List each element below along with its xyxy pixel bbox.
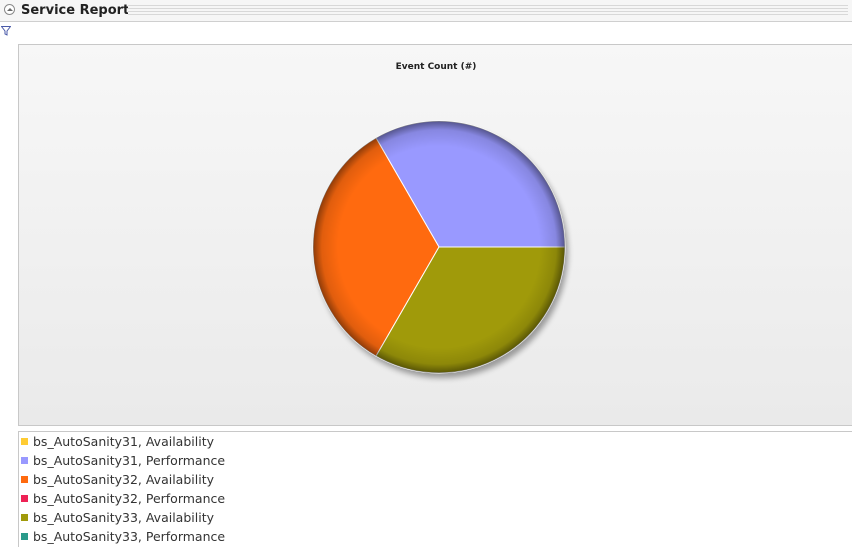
filter-icon[interactable] xyxy=(1,26,11,36)
legend-swatch xyxy=(21,514,28,521)
panel-title: Service Report xyxy=(21,3,130,18)
chart-legend: bs_AutoSanity31, Availability bs_AutoSani… xyxy=(18,431,852,547)
collapse-icon[interactable] xyxy=(4,4,15,15)
chart-area: Event Count (#) xyxy=(18,44,852,426)
header-drag-stripes xyxy=(128,5,848,15)
legend-swatch xyxy=(21,438,28,445)
legend-label: bs_AutoSanity32, Performance xyxy=(33,491,226,506)
legend-label: bs_AutoSanity31, Performance xyxy=(33,453,226,468)
legend-swatch xyxy=(21,476,28,483)
legend-swatch xyxy=(21,457,28,464)
legend-label: bs_AutoSanity32, Availability xyxy=(33,472,214,487)
panel-header: Service Report xyxy=(0,0,852,22)
pie-chart xyxy=(312,120,568,378)
legend-label: bs_AutoSanity33, Performance xyxy=(33,529,226,544)
legend-label: bs_AutoSanity31, Availability xyxy=(33,434,214,449)
legend-swatch xyxy=(21,495,28,502)
legend-swatch xyxy=(21,533,28,540)
legend-label: bs_AutoSanity33, Availability xyxy=(33,510,214,525)
